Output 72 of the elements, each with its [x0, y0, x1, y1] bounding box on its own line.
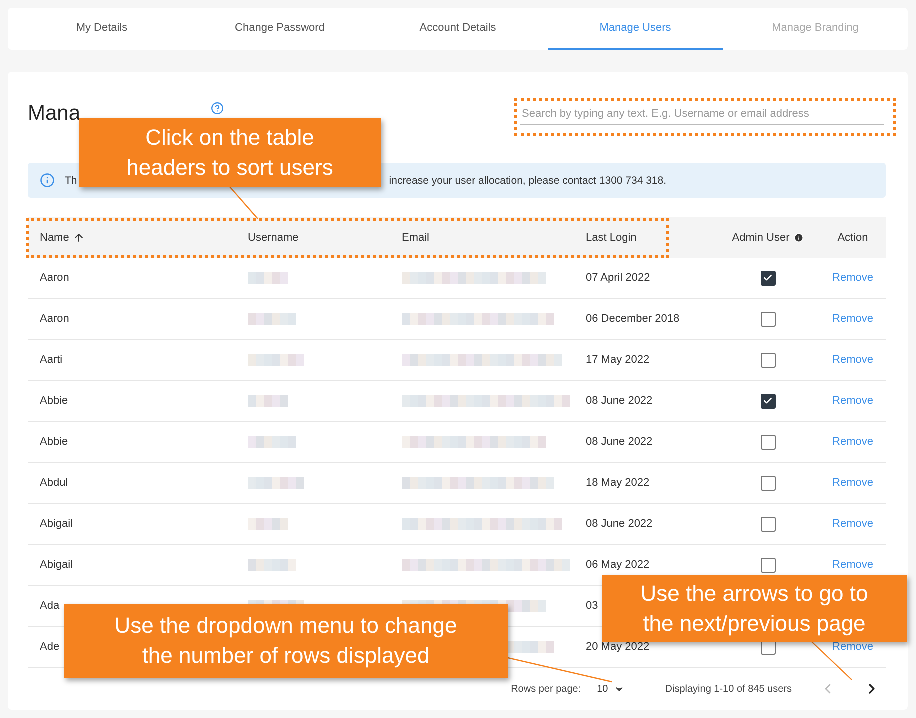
table-cell-text: 08 June 2022 — [586, 395, 654, 407]
remove-link[interactable]: Remove — [832, 272, 874, 284]
remove-link[interactable]: Remove — [832, 395, 874, 407]
info-text: Th — [65, 174, 78, 186]
table-cell-text: Abigail — [40, 518, 74, 530]
callout: Click on the table headers to sort users — [79, 118, 381, 187]
column-header[interactable]: Admin User — [732, 232, 790, 244]
table-cell-text: Abdul — [40, 477, 70, 489]
blurred-text — [248, 272, 288, 284]
remove-link[interactable]: Remove — [832, 518, 874, 530]
table-cell-text: Aaron — [40, 313, 70, 325]
checkbox[interactable] — [760, 352, 776, 368]
table-cell-text: 08 June 2022 — [586, 436, 654, 448]
remove-link[interactable]: Remove — [832, 313, 874, 325]
table-cell-text: Aaron — [40, 272, 70, 284]
check-icon — [763, 273, 773, 283]
tab[interactable]: Manage Users — [548, 8, 723, 50]
info-text: increase your user allocation, please contact 1300 734 318. — [389, 174, 667, 186]
tab[interactable]: Account Details — [368, 8, 548, 50]
help-icon[interactable] — [210, 102, 224, 115]
checkbox[interactable] — [760, 476, 776, 490]
checkbox[interactable] — [760, 558, 776, 572]
blurred-text — [248, 477, 304, 489]
table-cell-text: 17 May 2022 — [586, 354, 651, 366]
blurred-text — [248, 518, 288, 530]
checkbox[interactable] — [760, 516, 776, 532]
table-cell-text: 08 June 2022 — [586, 518, 654, 530]
callout: Use the arrows to go to the next/previous page — [602, 575, 907, 642]
checkbox[interactable] — [760, 434, 776, 450]
rows-per-page-dropdown[interactable]: 10 — [591, 682, 632, 696]
table-cell-text: 20 May 2022 — [586, 641, 651, 653]
table-cell-text: Aarti — [40, 354, 64, 366]
table-cell-text: 18 May 2022 — [586, 477, 651, 489]
column-header[interactable]: Name — [40, 232, 86, 244]
remove-link[interactable]: Remove — [832, 354, 874, 366]
table-cell-text: Abigail — [40, 559, 74, 571]
column-header[interactable]: Action — [838, 232, 868, 244]
blurred-text — [248, 395, 288, 407]
table-cell-text: Abbie — [40, 395, 70, 407]
table-cell-text: 03 — [586, 600, 600, 612]
page-title: Mana — [28, 102, 81, 126]
table-cell-text: Ade — [40, 641, 61, 653]
checkbox[interactable] — [760, 312, 776, 326]
sort-arrow-icon — [73, 232, 86, 244]
blurred-text — [248, 559, 296, 571]
table-cell-text: Abbie — [40, 436, 70, 448]
tab[interactable]: My Details — [12, 8, 192, 50]
check-icon — [763, 396, 773, 406]
blurred-text — [248, 354, 304, 366]
table-cell-text: 06 May 2022 — [586, 559, 651, 571]
checkbox[interactable] — [760, 270, 776, 286]
remove-link[interactable]: Remove — [832, 641, 874, 653]
table-cell-text: 06 December 2018 — [586, 313, 681, 325]
remove-link[interactable]: Remove — [832, 477, 874, 489]
column-header[interactable]: Email — [402, 232, 430, 244]
column-header[interactable]: Username — [248, 232, 299, 244]
table-cell-text: 07 April 2022 — [586, 272, 652, 284]
blurred-text — [248, 313, 296, 325]
rows-per-page-label: Rows per page: — [511, 684, 582, 694]
column-header[interactable]: Last Login — [586, 232, 637, 244]
pagination-summary: Displaying 1-10 of 845 users — [665, 684, 792, 694]
checkbox[interactable] — [760, 394, 776, 408]
remove-link[interactable]: Remove — [832, 559, 874, 571]
remove-link[interactable]: Remove — [832, 436, 874, 448]
info-icon[interactable] — [794, 232, 804, 242]
info-icon — [40, 173, 55, 188]
search-field[interactable]: Search by typing any text. E.g. Username or email address — [520, 104, 884, 124]
table-cell-text: Ada — [40, 600, 61, 612]
blurred-text — [248, 436, 296, 448]
leader-line — [230, 187, 258, 219]
callout: Use the dropdown menu to change the number of rows displayed — [64, 604, 508, 678]
tab[interactable]: Change Password — [192, 8, 368, 50]
